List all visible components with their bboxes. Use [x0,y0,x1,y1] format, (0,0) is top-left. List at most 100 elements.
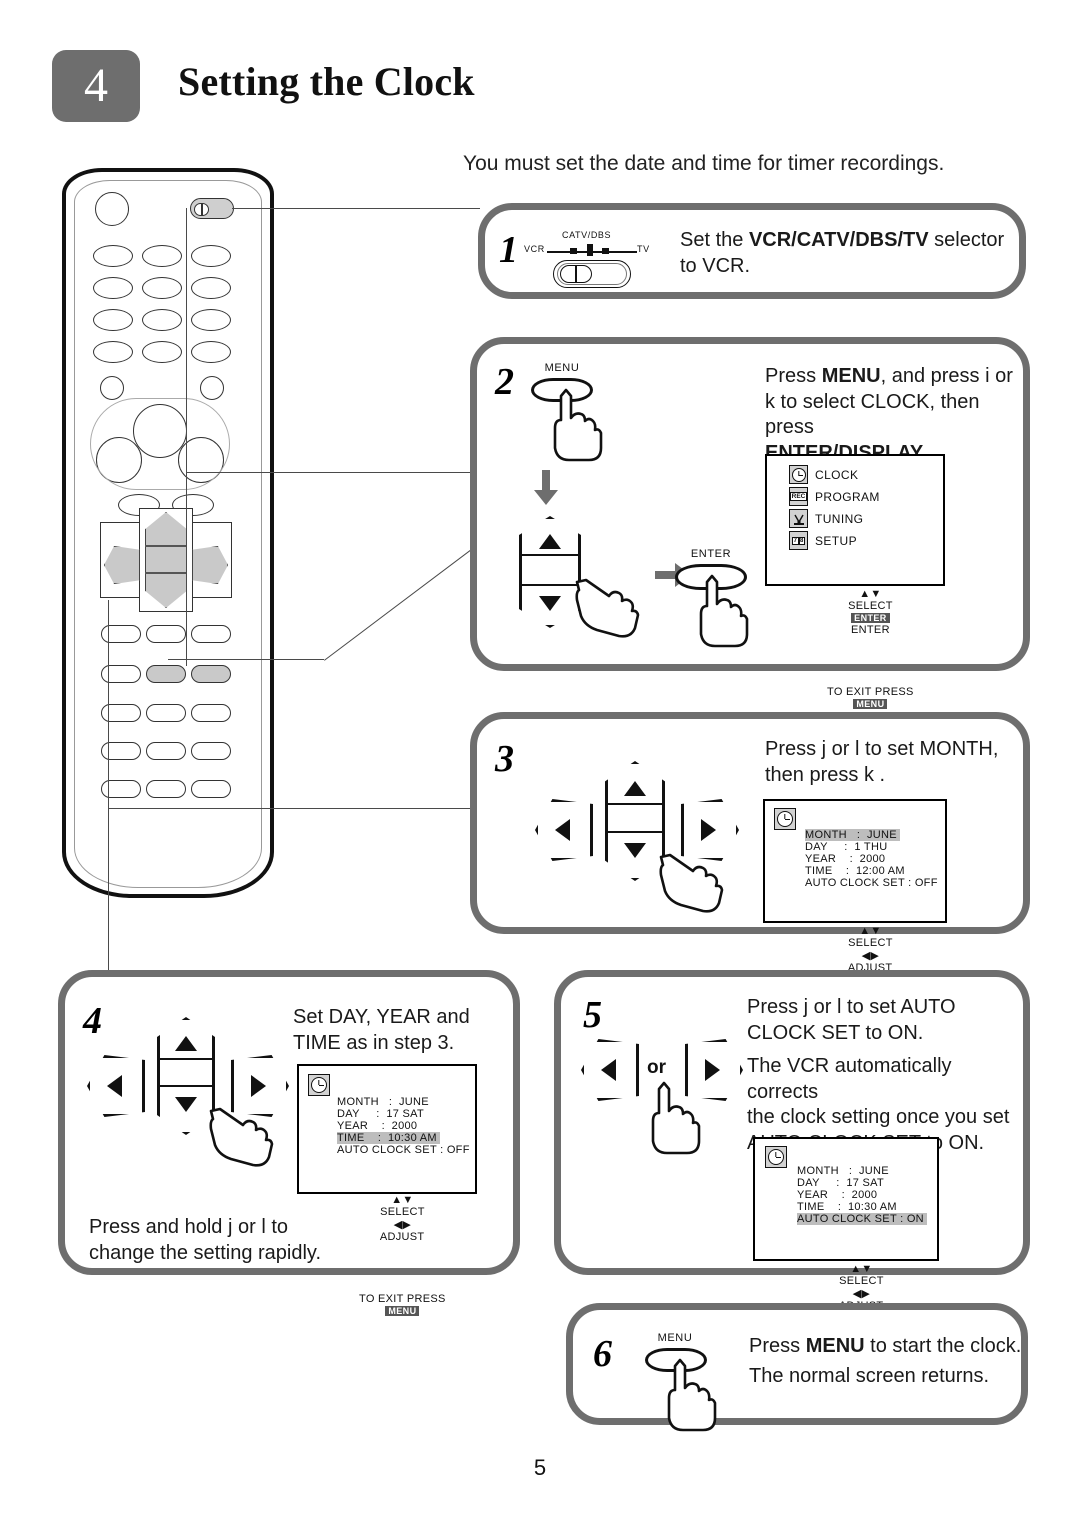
osd-row: TIME : 10:30 AM [337,1132,477,1144]
osd-row-text: MONTH : JUNE [337,1096,433,1108]
remote-key[interactable] [191,780,231,798]
hand-pointer-icon [209,1107,274,1167]
up-arrow-icon: ▲ [391,1194,403,1206]
updown-divider [159,1058,213,1060]
remote-key[interactable] [191,309,231,331]
osd-menu-item-clock[interactable]: CLOCK [789,465,880,484]
step-6-line2: The normal screen returns. [749,1364,990,1387]
remote-key[interactable] [191,277,231,299]
step-5-text: Press j or l to set AUTO CLOCK SET to ON… [747,995,1023,1157]
up-arrow-icon [539,534,561,549]
down-arrow-icon [539,596,561,611]
osd-menu-key-chip: MENU [385,1306,420,1316]
remote-key[interactable] [191,245,231,267]
osd-row: YEAR : 2000 [805,853,945,865]
step-3-line2: then press k . [765,763,886,786]
selector-label-center: CATV/DBS [562,230,612,240]
osd-row: TIME : 10:30 AM [797,1201,939,1213]
right-arrow-icon [705,1059,720,1081]
callout-line-top-v [186,208,188,666]
down-arrow-icon: ▼ [870,588,882,600]
remote-key[interactable] [191,341,231,363]
remote-menu-key-highlighted[interactable] [146,665,186,683]
remote-key[interactable] [101,704,141,722]
osd-row-auto: AUTO CLOCK SET : OFF [337,1144,477,1156]
osd-row: DAY : 17 SAT [337,1108,477,1120]
or-label: or [647,1057,666,1078]
up-arrow-icon: ▲ [850,1263,862,1275]
step-3-number: 3 [495,738,514,780]
selector-knob-line [575,265,577,283]
rec-icon: REC [789,487,808,506]
step-6-line1-b: MENU [805,1335,865,1357]
updown-key-graphic[interactable] [157,1017,215,1135]
step-6-text: Press MENU to start the clock. The norma… [749,1334,1025,1389]
remote-key[interactable] [146,704,186,722]
down-arrow-icon: ▼ [402,1194,414,1206]
osd-row: MONTH : JUNE [805,829,945,841]
step-1-box: 1 CATV/DBS VCR TV Set the VCR/CATV/DBS/T… [478,203,1026,299]
osd-foot-select: SELECT [848,937,893,949]
remote-key[interactable] [101,625,141,643]
remote-key[interactable] [191,704,231,722]
osd-menu-item-program[interactable]: REC PROGRAM [789,487,880,506]
osd-menu-item-setup[interactable]: 78 SETUP [789,531,880,550]
osd-row-auto: AUTO CLOCK SET : OFF [805,877,945,889]
remote-selector-switch[interactable] [190,198,234,219]
osd-menu-item-tuning[interactable]: TUNING [789,509,880,528]
remote-key[interactable] [142,245,182,267]
remote-dpad-updown-key[interactable] [145,512,187,608]
remote-key[interactable] [191,742,231,760]
hand-pointer-icon [659,853,724,913]
updown-key-graphic[interactable] [519,516,581,628]
down-arrow-icon [175,1097,197,1112]
osd-row-text: YEAR : 2000 [797,1189,881,1201]
osd-foot-exit: TO EXIT PRESS [359,1293,446,1305]
osd-row: YEAR : 2000 [797,1189,939,1201]
remote-key[interactable] [93,341,133,363]
remote-key[interactable] [146,625,186,643]
updown-divider [607,831,663,833]
osd-row-auto: AUTO CLOCK SET : ON [797,1213,939,1225]
remote-small-key[interactable] [200,376,224,400]
updown-key-graphic[interactable] [605,761,665,881]
osd-row: YEAR : 2000 [337,1120,477,1132]
remote-key[interactable] [101,665,141,683]
osd-clock-step4: MONTH : JUNE DAY : 17 SAT YEAR : 2000 TI… [297,1064,477,1316]
remote-key[interactable] [146,742,186,760]
up-arrow-icon [624,781,646,796]
osd-row-text: MONTH : JUNE [805,829,901,841]
osd-row: DAY : 17 SAT [797,1177,939,1189]
remote-key[interactable] [142,341,182,363]
osd-clock-rows: MONTH : JUNE DAY : 1 THU YEAR : 2000 TIM… [805,829,945,889]
selector-tick [602,248,609,254]
callout-line-keys-h [168,659,324,661]
right-arrow-icon [251,1075,266,1097]
step-5-line3: The VCR automatically corrects [747,1055,952,1103]
tuning-icon [789,509,808,528]
step-2-text: Press MENU, and press i or k to select C… [765,364,1027,466]
remote-key[interactable] [101,780,141,798]
remote-dpad-divider [145,545,187,547]
remote-small-key[interactable] [100,376,124,400]
right-arrow-icon [701,819,716,841]
remote-key[interactable] [93,309,133,331]
left-arrow-icon [107,1075,122,1097]
step-6-number: 6 [593,1333,612,1375]
enter-button-label: ENTER [690,548,732,560]
menu-button-label: MENU [544,362,580,374]
remote-key[interactable] [191,625,231,643]
remote-key[interactable] [146,780,186,798]
remote-key[interactable] [93,245,133,267]
remote-key[interactable] [142,309,182,331]
selector-label-left: VCR [524,244,545,254]
osd-row-text: TIME : 10:30 AM [797,1201,901,1213]
remote-power-button[interactable] [95,192,129,226]
remote-key[interactable] [142,277,182,299]
remote-enter-key-highlighted[interactable] [191,665,231,683]
updown-divider [159,1085,213,1087]
remote-key[interactable] [93,277,133,299]
step-6-line1-c: to start the clock. [864,1335,1022,1357]
remote-key[interactable] [101,742,141,760]
step-3-line1: Press j or l to set MONTH, [765,738,999,760]
